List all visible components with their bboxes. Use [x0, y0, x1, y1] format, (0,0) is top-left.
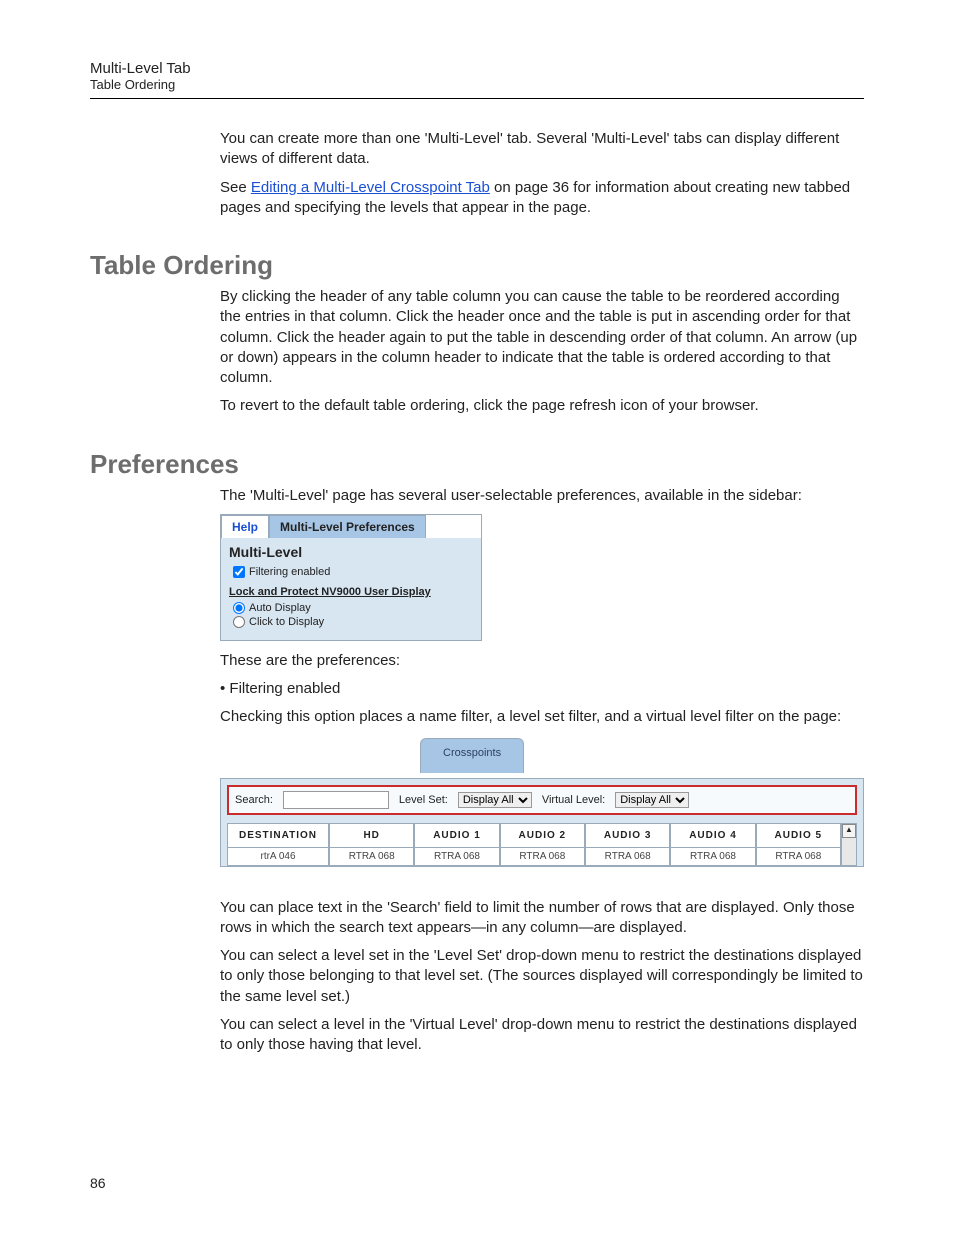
crosspoints-table: DESTINATION rtrA 046 HD RTRA 068 AUDIO 1… [227, 823, 857, 866]
virtual-level-paragraph: You can select a level in the 'Virtual L… [220, 1015, 864, 1056]
td-audio4: RTRA 068 [671, 848, 754, 865]
filtering-description: Checking this option places a name filte… [220, 707, 864, 727]
intro-p2-pre: See [220, 179, 251, 196]
header-subtitle: Table Ordering [90, 77, 864, 92]
td-destination: rtrA 046 [228, 848, 328, 865]
tab-help[interactable]: Help [221, 515, 269, 538]
td-audio5: RTRA 068 [757, 848, 840, 865]
scroll-up-icon[interactable]: ▲ [842, 824, 856, 838]
td-audio2: RTRA 068 [501, 848, 584, 865]
search-input[interactable] [283, 791, 389, 809]
checkbox-filtering-enabled[interactable]: Filtering enabled [233, 566, 473, 578]
th-audio5[interactable]: AUDIO 5 [757, 824, 840, 848]
heading-table-ordering: Table Ordering [90, 250, 864, 281]
col-audio3: AUDIO 3 RTRA 068 [585, 823, 670, 866]
ordering-paragraph-1: By clicking the header of any table colu… [220, 287, 864, 388]
col-audio1: AUDIO 1 RTRA 068 [414, 823, 499, 866]
click-display-radio-input[interactable] [233, 616, 245, 628]
th-audio2[interactable]: AUDIO 2 [501, 824, 584, 848]
col-audio2: AUDIO 2 RTRA 068 [500, 823, 585, 866]
col-audio5: AUDIO 5 RTRA 068 [756, 823, 841, 866]
radio-auto-display[interactable]: Auto Display [233, 602, 473, 614]
crosspoints-panel: Search: Level Set: Display All Virtual L… [220, 778, 864, 867]
filter-row: Search: Level Set: Display All Virtual L… [227, 785, 857, 815]
search-label: Search: [235, 794, 273, 806]
pref-tabs: Help Multi-Level Preferences [221, 515, 481, 538]
td-audio1: RTRA 068 [415, 848, 498, 865]
intro-paragraph-2: See Editing a Multi-Level Crosspoint Tab… [220, 178, 864, 219]
table-scrollbar[interactable]: ▲ [841, 823, 857, 866]
th-hd[interactable]: HD [330, 824, 413, 848]
tab-crosspoints[interactable]: Crosspoints [420, 738, 524, 773]
auto-display-radio-label: Auto Display [249, 602, 311, 614]
link-editing-crosspoint-tab[interactable]: Editing a Multi-Level Crosspoint Tab [251, 179, 490, 196]
level-set-paragraph: You can select a level set in the 'Level… [220, 946, 864, 1007]
search-paragraph: You can place text in the 'Search' field… [220, 898, 864, 939]
td-audio3: RTRA 068 [586, 848, 669, 865]
pref-title: Multi-Level [229, 544, 473, 560]
filtering-checkbox-label: Filtering enabled [249, 566, 330, 578]
header-rule [90, 98, 864, 99]
prefs-intro: The 'Multi-Level' page has several user-… [220, 486, 864, 506]
pref-body: Multi-Level Filtering enabled Lock and P… [221, 538, 481, 640]
virtual-level-select[interactable]: Display All [615, 792, 689, 808]
page-number: 86 [90, 1175, 864, 1191]
prefs-lead: These are the preferences: [220, 651, 864, 671]
td-hd: RTRA 068 [330, 848, 413, 865]
running-header: Multi-Level Tab Table Ordering [90, 60, 864, 92]
heading-preferences: Preferences [90, 449, 864, 480]
col-audio4: AUDIO 4 RTRA 068 [670, 823, 755, 866]
th-audio4[interactable]: AUDIO 4 [671, 824, 754, 848]
level-set-select[interactable]: Display All [458, 792, 532, 808]
multi-level-preferences-panel: Help Multi-Level Preferences Multi-Level… [220, 514, 482, 641]
crosspoints-screenshot: Crosspoints Search: Level Set: Display A… [220, 738, 864, 888]
bullet-filtering-enabled: Filtering enabled [220, 679, 864, 699]
auto-display-radio-input[interactable] [233, 602, 245, 614]
filtering-checkbox-input[interactable] [233, 566, 245, 578]
th-audio3[interactable]: AUDIO 3 [586, 824, 669, 848]
level-set-label: Level Set: [399, 794, 448, 806]
click-display-radio-label: Click to Display [249, 616, 324, 628]
th-audio1[interactable]: AUDIO 1 [415, 824, 498, 848]
tab-multi-level-preferences[interactable]: Multi-Level Preferences [269, 515, 426, 538]
intro-paragraph-1: You can create more than one 'Multi-Leve… [220, 129, 864, 170]
pref-subheading-lock-protect: Lock and Protect NV9000 User Display [229, 586, 473, 598]
header-title: Multi-Level Tab [90, 60, 864, 77]
col-hd: HD RTRA 068 [329, 823, 414, 866]
virtual-level-label: Virtual Level: [542, 794, 605, 806]
th-destination[interactable]: DESTINATION [228, 824, 328, 848]
radio-click-to-display[interactable]: Click to Display [233, 616, 473, 628]
ordering-paragraph-2: To revert to the default table ordering,… [220, 396, 864, 416]
col-destination: DESTINATION rtrA 046 [227, 823, 329, 866]
